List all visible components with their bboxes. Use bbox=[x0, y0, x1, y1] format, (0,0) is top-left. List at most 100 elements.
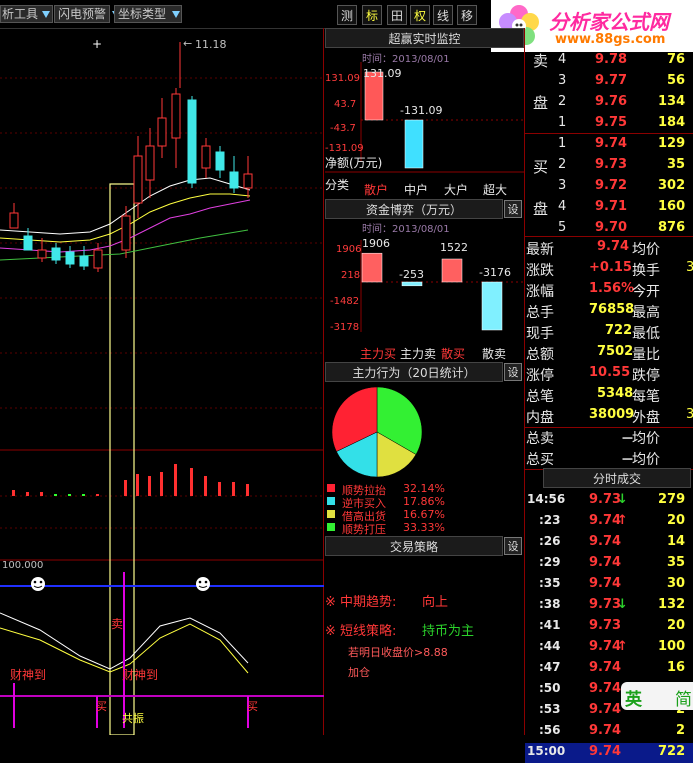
quote-key: 均价 bbox=[632, 242, 660, 258]
tick-time: :29 bbox=[539, 555, 561, 569]
tick-volume: 14 bbox=[667, 534, 686, 549]
volume-bar bbox=[246, 484, 249, 496]
short-strategy-label: ※ 短线策略: bbox=[325, 624, 397, 639]
volume-bar bbox=[96, 494, 99, 496]
quote-value: 5348 bbox=[597, 386, 634, 401]
bar-label: -131.09 bbox=[400, 104, 443, 117]
level-num: 3 bbox=[558, 178, 567, 193]
candle-body bbox=[171, 93, 181, 139]
quote-value: 7502 bbox=[597, 344, 634, 359]
bar-label: 1906 bbox=[362, 237, 390, 250]
capital-bar bbox=[401, 281, 423, 287]
level-num: 2 bbox=[558, 94, 567, 109]
arrow-down-icon: ↓ bbox=[617, 597, 628, 612]
quote-value: 722 bbox=[605, 323, 633, 338]
move-button[interactable]: 移 bbox=[457, 5, 477, 25]
candle-body bbox=[133, 155, 143, 204]
strategy-note: 加仓 bbox=[348, 666, 370, 679]
bid-volume: 302 bbox=[658, 178, 686, 193]
chevron-down-icon[interactable] bbox=[170, 5, 182, 23]
mid-trend-value: 向上 bbox=[422, 595, 449, 610]
buy-side-label: 盘 bbox=[533, 200, 549, 218]
volume-bar bbox=[12, 490, 15, 496]
tick-price: 9.74 bbox=[589, 576, 622, 591]
tick-price: 9.74 bbox=[589, 555, 622, 570]
monitor-bar bbox=[404, 119, 424, 169]
quote-key: 涨跌 bbox=[526, 263, 554, 279]
smiley-icon bbox=[196, 577, 210, 591]
tick-price: 9.74 bbox=[589, 660, 622, 675]
category: 超大 bbox=[483, 183, 508, 197]
volume-bar bbox=[160, 472, 163, 496]
bid-price: 9.73 bbox=[595, 157, 628, 172]
candle-body bbox=[121, 215, 131, 251]
monitor-ytick: 131.09 bbox=[325, 73, 360, 84]
kline-chart[interactable]: ← 11.18 + 100.000 财神到 财神到 卖 买 买 共振 bbox=[0, 28, 324, 735]
tick-price: 9.73 bbox=[589, 618, 622, 633]
ticks-title: 分时成交 bbox=[543, 468, 691, 488]
tick-volume: 35 bbox=[667, 555, 686, 570]
level-num: 1 bbox=[558, 136, 567, 151]
bar-label: -253 bbox=[399, 268, 424, 281]
capital-bar bbox=[441, 258, 463, 283]
smiley-icon bbox=[31, 577, 45, 591]
tick-time: :35 bbox=[539, 576, 561, 590]
measure-button[interactable]: 测 bbox=[337, 5, 357, 25]
bar-label: -3176 bbox=[479, 266, 511, 279]
quote-key: 最新 bbox=[526, 242, 554, 258]
arrow-down-icon: ↓ bbox=[617, 492, 628, 507]
candle-body bbox=[243, 173, 253, 189]
quote-value: 10.55 bbox=[589, 365, 631, 380]
behavior-settings-button[interactable]: 设 bbox=[504, 363, 522, 381]
quote-key: 换手 bbox=[632, 263, 660, 279]
quote-key: 量比 bbox=[632, 347, 660, 363]
tick-price: 9.74 bbox=[589, 723, 622, 738]
quote-key: 均价 bbox=[632, 431, 660, 447]
bid-price: 9.72 bbox=[595, 178, 628, 193]
chevron-down-icon[interactable] bbox=[40, 5, 52, 23]
tick-time: :38 bbox=[539, 597, 561, 611]
quote-value: 3 bbox=[686, 407, 693, 422]
mark-button[interactable]: 标 bbox=[362, 5, 382, 25]
sell-side-label: 盘 bbox=[533, 94, 549, 112]
tick-time: 15:00 bbox=[527, 744, 566, 758]
volume-bar bbox=[40, 492, 43, 496]
candle-body bbox=[229, 171, 239, 189]
strategy-title: 交易策略 bbox=[325, 536, 503, 556]
buy-side-label: 买 bbox=[533, 158, 549, 176]
monitor-ytick: -131.09 bbox=[325, 143, 364, 154]
signal-label: 财神到 bbox=[122, 668, 158, 682]
bid-volume: 160 bbox=[658, 199, 686, 214]
quote-key: 总笔 bbox=[526, 389, 554, 405]
bar-label: 131.09 bbox=[363, 67, 402, 80]
candle-body bbox=[145, 145, 155, 181]
volume-bar bbox=[54, 494, 57, 496]
ask-price: 9.75 bbox=[595, 115, 628, 130]
svg-text:←: ← bbox=[183, 37, 192, 50]
short-strategy-value: 持币为主 bbox=[422, 624, 475, 639]
monitor-title: 超赢实时监控 bbox=[325, 28, 524, 48]
quote-value: 9.74 bbox=[597, 239, 630, 254]
watermark-text: 英 bbox=[625, 690, 642, 710]
line-button[interactable]: 线 bbox=[433, 5, 453, 25]
strategy-settings-button[interactable]: 设 bbox=[504, 537, 522, 555]
tick-volume: 20 bbox=[667, 618, 686, 633]
candle-body bbox=[201, 145, 211, 169]
grid-button[interactable]: 田 bbox=[387, 5, 407, 25]
quote-key: 均价 bbox=[632, 452, 660, 468]
crosshair-marker: + bbox=[92, 37, 102, 51]
tick-volume: 30 bbox=[667, 576, 686, 591]
category-label: 分类 bbox=[325, 178, 350, 192]
quote-key: 总卖 bbox=[526, 431, 554, 447]
category: 散卖 bbox=[482, 347, 507, 361]
candle-body bbox=[51, 247, 61, 261]
quan-button[interactable]: 权 bbox=[410, 5, 430, 25]
level-num: 4 bbox=[558, 199, 567, 214]
quote-value: +0.15 bbox=[589, 260, 632, 275]
mid-trend-label: ※ 中期趋势: bbox=[325, 595, 397, 610]
capital-settings-button[interactable]: 设 bbox=[504, 200, 522, 218]
tick-time: :53 bbox=[539, 702, 561, 716]
level-num: 2 bbox=[558, 157, 567, 172]
behavior-title: 主力行为（20日统计） bbox=[325, 362, 503, 382]
buy-mark: 买 bbox=[247, 700, 258, 713]
